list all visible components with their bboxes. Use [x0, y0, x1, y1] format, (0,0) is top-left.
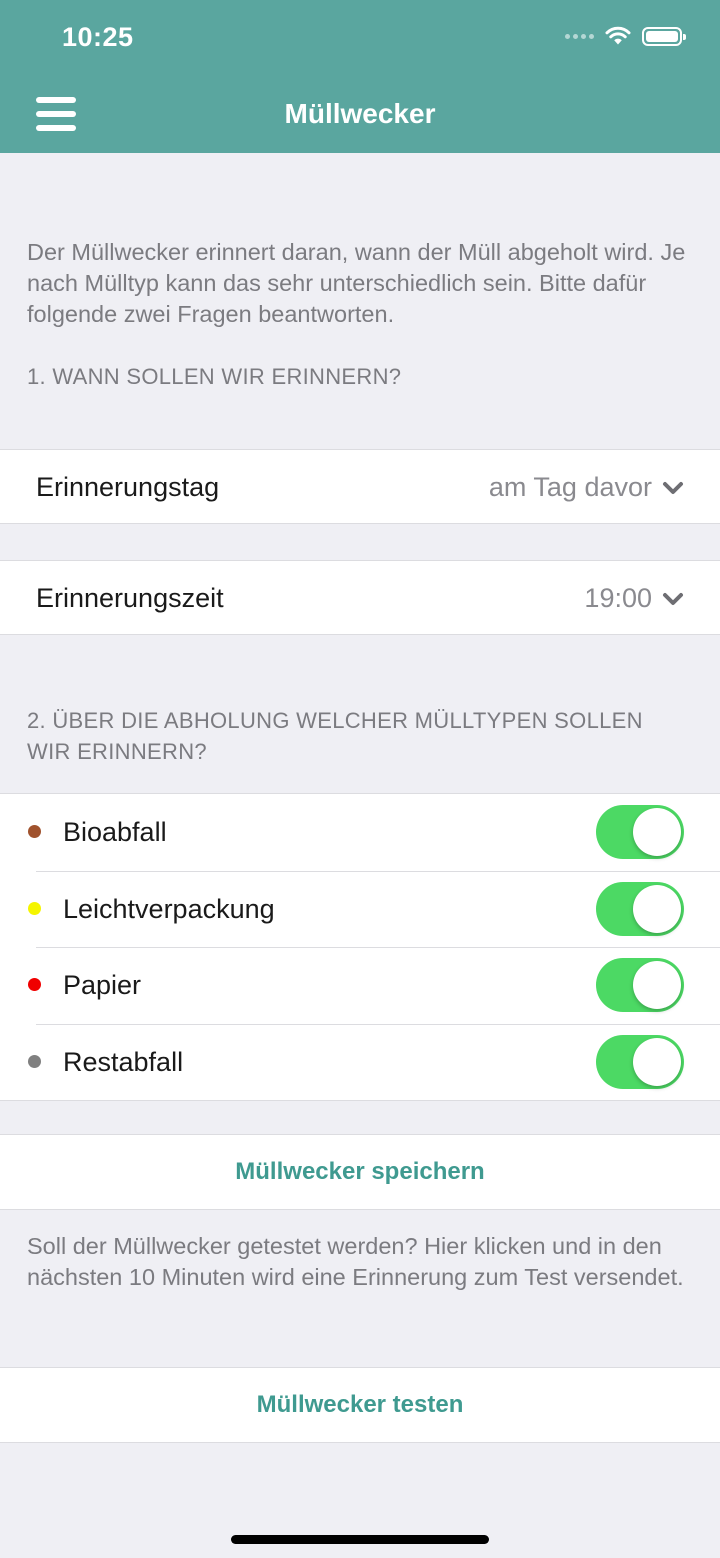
list-item-leichtverpackung: Leichtverpackung [0, 870, 720, 948]
save-button[interactable]: Müllwecker speichern [0, 1134, 720, 1210]
home-indicator[interactable] [231, 1535, 489, 1544]
toggle-knob [633, 961, 681, 1009]
reminder-day-row[interactable]: Erinnerungstag am Tag davor [0, 449, 720, 524]
test-button[interactable]: Müllwecker testen [0, 1367, 720, 1443]
leichtverpackung-toggle[interactable] [596, 881, 684, 936]
section-2-label: 2. ÜBER DIE ABHOLUNG WELCHER MÜLLTYPEN S… [27, 708, 643, 764]
reminder-time-select[interactable]: 19:00 [584, 561, 684, 636]
waste-type-label: Bioabfall [63, 817, 167, 847]
list-item-bioabfall: Bioabfall [0, 794, 720, 871]
list-item-restabfall: Restabfall [0, 1023, 720, 1101]
bioabfall-toggle[interactable] [596, 805, 684, 859]
reminder-time-value: 19:00 [584, 583, 652, 613]
waste-type-label: Papier [63, 970, 142, 1000]
toggle-knob [633, 808, 681, 856]
app-header: 10:25 Müllwecker [0, 0, 720, 153]
page-title: Müllwecker [284, 98, 436, 129]
test-hint-text: Soll der Müllwecker getestet werden? Hie… [27, 1233, 684, 1290]
reminder-day-select[interactable]: am Tag davor [489, 450, 684, 525]
toggle-knob [633, 1037, 681, 1086]
status-time: 10:25 [62, 22, 134, 52]
wifi-icon [605, 26, 631, 45]
waste-type-label: Restabfall [63, 1046, 184, 1077]
waste-color-dot [28, 978, 41, 991]
chevron-down-icon [663, 481, 683, 494]
reminder-time-row[interactable]: Erinnerungszeit 19:00 [0, 560, 720, 635]
reminder-time-label: Erinnerungszeit [36, 583, 224, 613]
status-icons [565, 26, 686, 46]
waste-color-dot [28, 1054, 41, 1068]
cellular-signal-icon [565, 33, 594, 39]
waste-type-label: Leichtverpackung [63, 893, 275, 924]
waste-type-list: Bioabfall Leichtverpackung Papier Restab… [0, 793, 720, 1101]
intro-text: Der Müllwecker erinnert daran, wann der … [27, 239, 686, 327]
waste-color-dot [28, 825, 41, 838]
chevron-down-icon [663, 592, 683, 605]
section-1-label: 1. WANN SOLLEN WIR ERINNERN? [27, 364, 402, 389]
waste-color-dot [28, 901, 41, 915]
reminder-day-value: am Tag davor [488, 472, 652, 502]
restabfall-toggle[interactable] [596, 1034, 684, 1089]
battery-icon [642, 26, 686, 46]
toggle-knob [633, 884, 681, 933]
list-item-papier: Papier [0, 947, 720, 1024]
papier-toggle[interactable] [596, 958, 684, 1012]
reminder-day-label: Erinnerungstag [36, 472, 220, 502]
